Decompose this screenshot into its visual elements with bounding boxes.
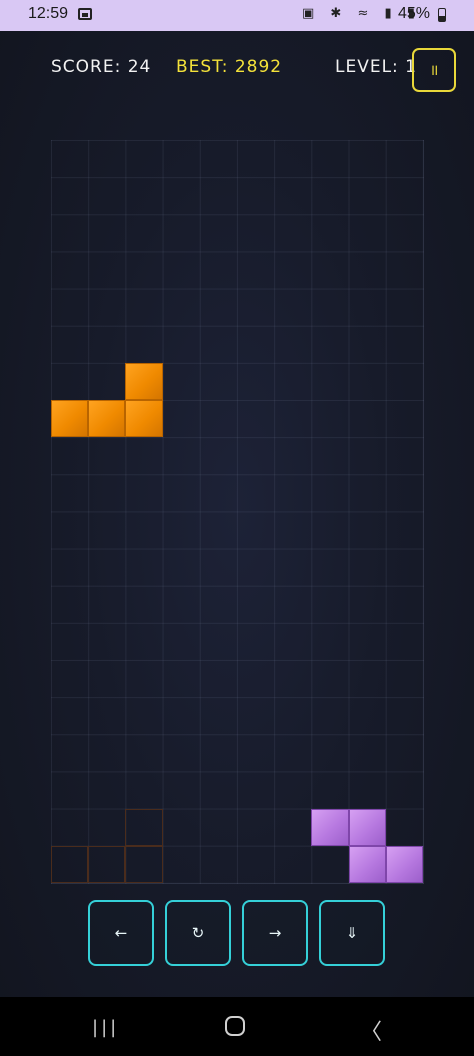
- image-icon: [78, 8, 92, 20]
- clock: 12:59: [28, 5, 69, 22]
- ghost-cell: [51, 845, 89, 883]
- locked-block: [348, 845, 386, 883]
- best-score-label: BEST: 2892: [176, 57, 283, 77]
- active-piece-block: [88, 400, 126, 438]
- battery-icon: [438, 8, 446, 22]
- rotate-button[interactable]: ↻: [165, 900, 231, 966]
- active-piece-block: [125, 400, 163, 438]
- back-button[interactable]: 〈: [360, 1014, 382, 1046]
- ghost-cell: [125, 808, 163, 846]
- battery-percent: 45%: [398, 5, 431, 22]
- active-piece-block: [51, 400, 89, 438]
- locked-block: [311, 808, 349, 846]
- pause-button[interactable]: ॥: [412, 48, 456, 92]
- score-label: SCORE: 24: [51, 57, 152, 77]
- navigation-bar: ||| 〈: [0, 997, 474, 1056]
- home-button[interactable]: [225, 1016, 245, 1036]
- active-piece-block: [125, 362, 163, 401]
- move-right-button[interactable]: →: [242, 900, 308, 966]
- recents-button[interactable]: |||: [92, 1017, 119, 1038]
- ghost-cell: [125, 845, 163, 883]
- locked-block: [348, 808, 386, 846]
- ghost-cell: [88, 845, 126, 883]
- status-bar: 12:59 ▣ ✱ ≈ ▮ ▮ 45%: [0, 0, 474, 31]
- drop-button[interactable]: ⇓: [319, 900, 385, 966]
- level-label: LEVEL: 1: [335, 57, 418, 77]
- game-board: [51, 140, 424, 884]
- locked-block: [385, 845, 423, 883]
- move-left-button[interactable]: ←: [88, 900, 154, 966]
